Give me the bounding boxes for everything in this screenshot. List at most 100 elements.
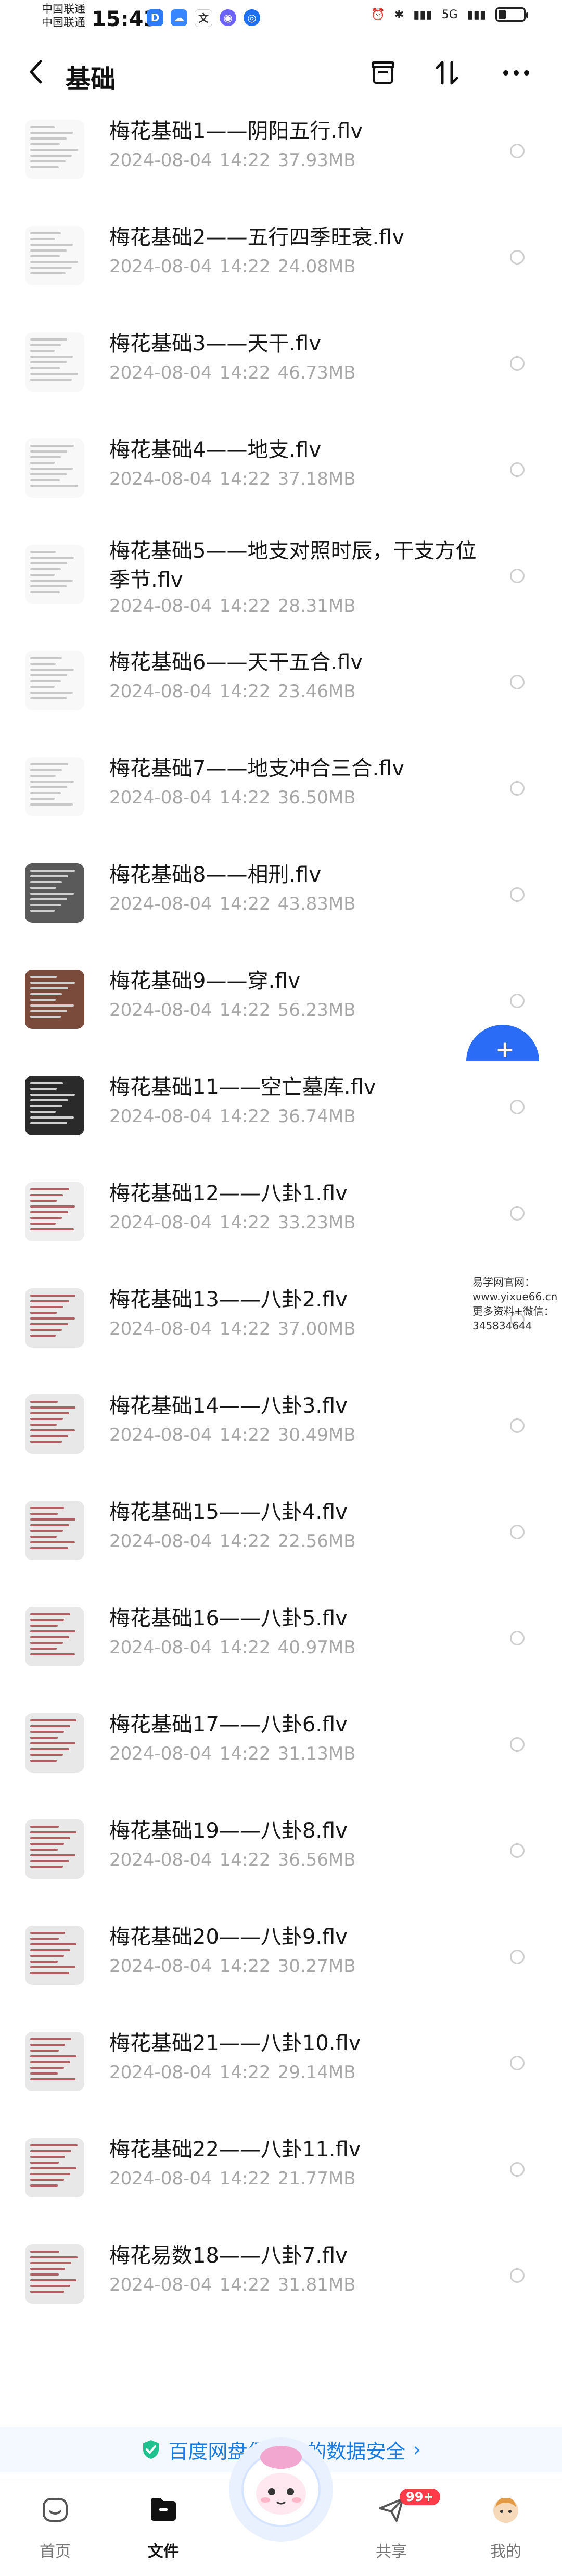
tab-share-label: 共享 bbox=[376, 2543, 407, 2561]
file-name: 梅花基础5——地支对照时辰，干支方位季节.flv bbox=[109, 539, 477, 592]
select-checkbox[interactable] bbox=[510, 2162, 525, 2177]
video-thumbnail bbox=[25, 651, 84, 710]
file-name: 梅花基础1——阴阳五行.flv bbox=[109, 119, 363, 143]
file-row[interactable]: 梅花基础17——八卦6.flv 2024-08-04 14:22 31.13MB bbox=[0, 1691, 562, 1798]
file-size: 33.23MB bbox=[277, 1212, 356, 1233]
file-date: 2024-08-04 bbox=[109, 2062, 212, 2083]
video-thumbnail bbox=[25, 1607, 84, 1666]
video-thumbnail bbox=[25, 1819, 84, 1879]
file-row[interactable]: 梅花易数18——八卦7.flv 2024-08-04 14:22 31.81MB bbox=[0, 2222, 562, 2329]
tab-files[interactable]: 文件 bbox=[122, 2479, 205, 2576]
select-checkbox[interactable] bbox=[510, 1737, 525, 1752]
file-name: 梅花基础13——八卦2.flv bbox=[109, 1288, 348, 1312]
bluetooth-icon: ✱ bbox=[394, 8, 404, 21]
sort-icon[interactable] bbox=[432, 57, 463, 89]
file-name: 梅花基础7——地支冲合三合.flv bbox=[109, 757, 405, 781]
select-checkbox[interactable] bbox=[510, 1525, 525, 1539]
file-size: 21.77MB bbox=[277, 2168, 356, 2189]
select-checkbox[interactable] bbox=[510, 2056, 525, 2070]
tab-me[interactable]: 我的 bbox=[464, 2479, 547, 2576]
select-checkbox[interactable] bbox=[510, 1843, 525, 1858]
watermark-text: 易学网官网：www.yixue66.cn 更多资料+微信：345834644 bbox=[472, 1275, 562, 1333]
mascot-center-button[interactable] bbox=[224, 2427, 338, 2552]
file-name: 梅花基础11——空亡墓库.flv bbox=[109, 1075, 376, 1099]
select-checkbox[interactable] bbox=[510, 781, 525, 796]
file-name: 梅花易数18——八卦7.flv bbox=[109, 2244, 348, 2268]
file-name: 梅花基础15——八卦4.flv bbox=[109, 1500, 348, 1524]
file-row[interactable]: 梅花基础16——八卦5.flv 2024-08-04 14:22 40.97MB bbox=[0, 1585, 562, 1691]
select-checkbox[interactable] bbox=[510, 675, 525, 689]
carrier-2: 中国联通 bbox=[42, 16, 85, 29]
select-checkbox[interactable] bbox=[510, 1950, 525, 1964]
file-date: 2024-08-04 bbox=[109, 2275, 212, 2295]
file-row[interactable]: 梅花基础6——天干五合.flv 2024-08-04 14:22 23.46MB bbox=[0, 629, 562, 735]
file-row[interactable]: 梅花基础14——八卦3.flv 2024-08-04 14:22 30.49MB bbox=[0, 1373, 562, 1479]
file-row[interactable]: 梅花基础21——八卦10.flv 2024-08-04 14:22 29.14MB bbox=[0, 2010, 562, 2116]
file-size: 37.00MB bbox=[277, 1318, 356, 1339]
select-checkbox[interactable] bbox=[510, 994, 525, 1008]
video-thumbnail bbox=[25, 2032, 84, 2091]
file-size: 37.93MB bbox=[277, 150, 356, 171]
select-checkbox[interactable] bbox=[510, 1100, 525, 1114]
select-checkbox[interactable] bbox=[510, 1631, 525, 1645]
file-row[interactable]: 梅花基础15——八卦4.flv 2024-08-04 14:22 22.56MB bbox=[0, 1479, 562, 1585]
file-row[interactable]: 梅花基础2——五行四季旺衰.flv 2024-08-04 14:22 24.08MB bbox=[0, 204, 562, 310]
watermark-line-2: 更多资料+微信：345834644 bbox=[472, 1305, 554, 1332]
file-row[interactable]: 梅花基础11——空亡墓库.flv 2024-08-04 14:22 36.74MB bbox=[0, 1054, 562, 1160]
select-checkbox[interactable] bbox=[510, 356, 525, 371]
tab-home[interactable]: 首页 bbox=[14, 2479, 97, 2576]
file-row[interactable]: 梅花基础4——地支.flv 2024-08-04 14:22 37.18MB bbox=[0, 417, 562, 523]
app-header: 基础 bbox=[0, 46, 562, 103]
file-size: 36.56MB bbox=[277, 1850, 356, 1870]
select-checkbox[interactable] bbox=[510, 462, 525, 477]
file-meta: 2024-08-04 14:22 29.14MB bbox=[109, 2061, 356, 2084]
signal2-icon: ▮▮▮ bbox=[467, 8, 486, 21]
file-row[interactable]: 梅花基础3——天干.flv 2024-08-04 14:22 46.73MB bbox=[0, 310, 562, 417]
file-row[interactable]: 梅花基础22——八卦11.flv 2024-08-04 14:22 21.77MB bbox=[0, 2116, 562, 2222]
file-size: 22.56MB bbox=[277, 1531, 356, 1552]
file-date: 2024-08-04 bbox=[109, 150, 212, 171]
file-row[interactable]: 梅花基础5——地支对照时辰，干支方位季节.flv 2024-08-04 14:22 2… bbox=[0, 523, 562, 629]
file-row[interactable]: 梅花基础8——相刑.flv 2024-08-04 14:22 43.83MB bbox=[0, 841, 562, 948]
file-meta: 2024-08-04 14:22 37.18MB bbox=[109, 468, 356, 491]
notification-icons: D ☁ 文 ◉ ◎ bbox=[147, 9, 260, 27]
video-thumbnail bbox=[25, 438, 84, 498]
file-time: 14:22 bbox=[219, 2062, 271, 2083]
video-thumbnail bbox=[25, 1076, 84, 1135]
video-thumbnail bbox=[25, 2138, 84, 2197]
select-checkbox[interactable] bbox=[510, 569, 525, 583]
battery-icon bbox=[495, 7, 528, 22]
file-date: 2024-08-04 bbox=[109, 469, 212, 489]
file-row[interactable]: 梅花基础19——八卦8.flv 2024-08-04 14:22 36.56MB bbox=[0, 1798, 562, 1904]
file-size: 37.18MB bbox=[277, 469, 356, 489]
file-date: 2024-08-04 bbox=[109, 1212, 212, 1233]
file-date: 2024-08-04 bbox=[109, 1425, 212, 1446]
file-row[interactable]: 梅花基础20——八卦9.flv 2024-08-04 14:22 30.27MB bbox=[0, 1904, 562, 2010]
select-checkbox[interactable] bbox=[510, 1206, 525, 1221]
archive-icon[interactable] bbox=[367, 57, 399, 89]
file-time: 14:22 bbox=[219, 256, 271, 277]
select-checkbox[interactable] bbox=[510, 144, 525, 158]
back-arrow-icon[interactable] bbox=[25, 56, 50, 87]
select-checkbox[interactable] bbox=[510, 250, 525, 265]
file-row[interactable]: 梅花基础12——八卦1.flv 2024-08-04 14:22 33.23MB bbox=[0, 1160, 562, 1266]
file-row[interactable]: 梅花基础1——阴阳五行.flv 2024-08-04 14:22 37.93MB bbox=[0, 98, 562, 204]
file-date: 2024-08-04 bbox=[109, 256, 212, 277]
share-badge: 99+ bbox=[400, 2489, 440, 2505]
app-notification-icon: D bbox=[147, 9, 163, 26]
file-name: 梅花基础17——八卦6.flv bbox=[109, 1713, 348, 1737]
tab-share[interactable]: 99+ 共享 bbox=[350, 2479, 440, 2576]
video-thumbnail bbox=[25, 545, 84, 604]
select-checkbox[interactable] bbox=[510, 887, 525, 902]
file-meta: 2024-08-04 14:22 22.56MB bbox=[109, 1530, 356, 1553]
file-name: 梅花基础8——相刑.flv bbox=[109, 863, 322, 887]
more-options-icon[interactable] bbox=[501, 57, 532, 89]
video-thumbnail bbox=[25, 1926, 84, 1985]
select-checkbox[interactable] bbox=[510, 1418, 525, 1433]
file-row[interactable]: 梅花基础7——地支冲合三合.flv 2024-08-04 14:22 36.50MB bbox=[0, 735, 562, 841]
file-meta: 2024-08-04 14:22 36.74MB bbox=[109, 1105, 356, 1128]
select-checkbox[interactable] bbox=[510, 2268, 525, 2283]
file-meta: 2024-08-04 14:22 30.27MB bbox=[109, 1955, 356, 1978]
file-name: 梅花基础16——八卦5.flv bbox=[109, 1606, 348, 1630]
file-date: 2024-08-04 bbox=[109, 1531, 212, 1552]
